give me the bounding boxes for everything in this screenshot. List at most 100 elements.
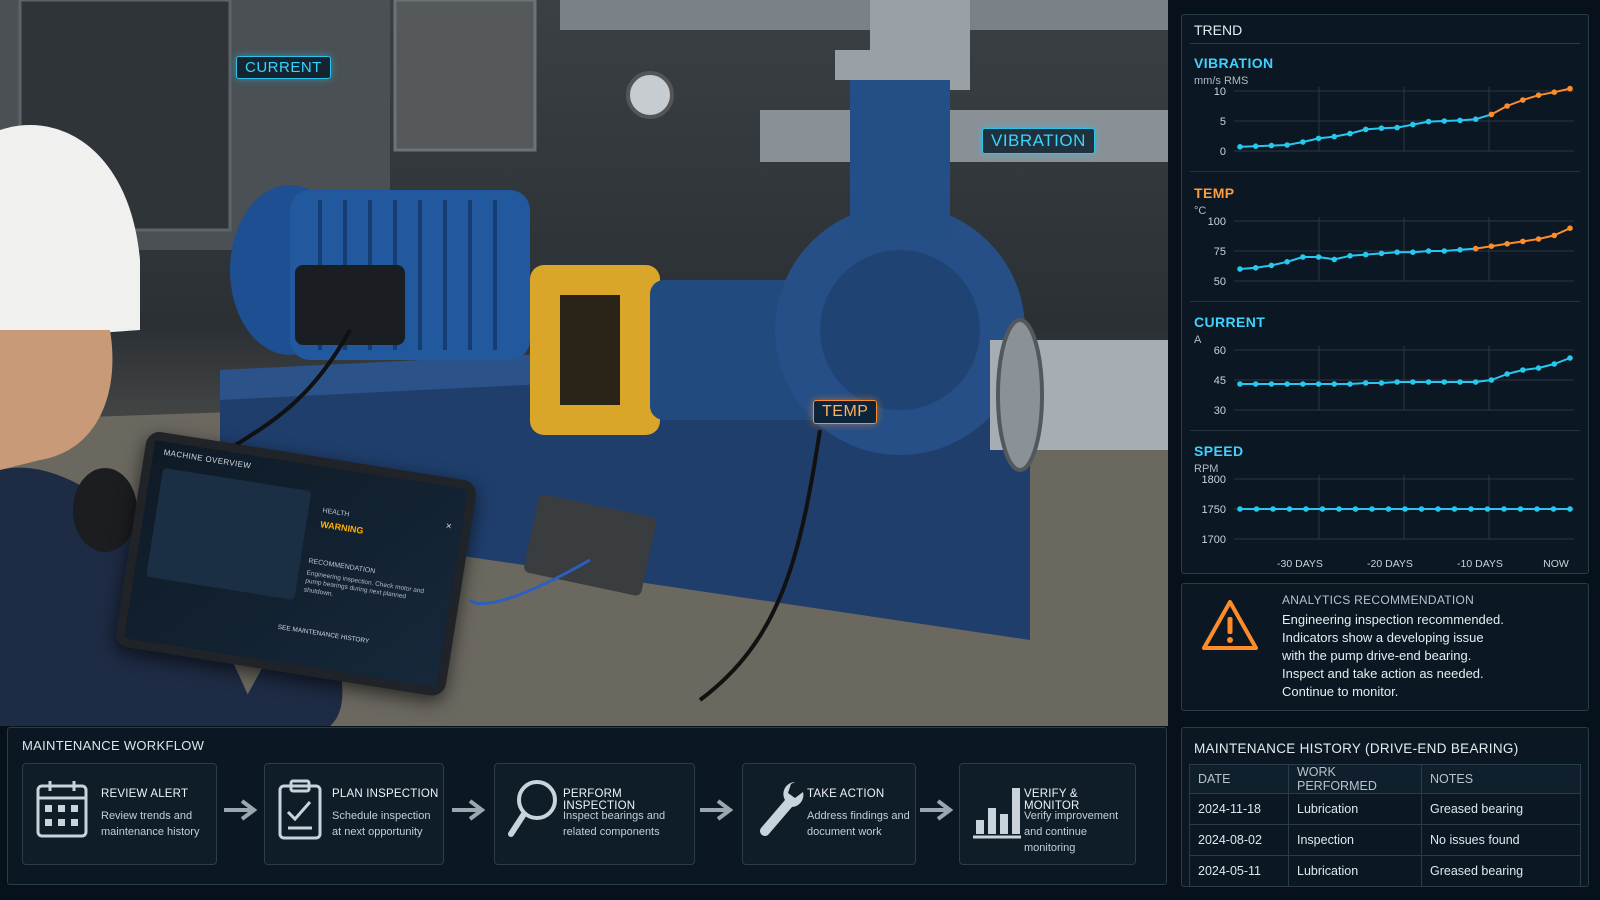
data-point bbox=[1300, 139, 1306, 145]
data-point bbox=[1520, 367, 1526, 373]
cell-date: 2024-05-11 bbox=[1189, 855, 1289, 887]
cell-notes: No issues found bbox=[1421, 824, 1581, 856]
recommendation-line: Indicators show a developing issue bbox=[1282, 630, 1484, 645]
current-sensor-tag: CURRENT bbox=[236, 56, 331, 79]
step-title: TAKE ACTION bbox=[807, 788, 885, 800]
chart-plot: 0 5 10 bbox=[1214, 85, 1574, 158]
data-point bbox=[1435, 506, 1441, 512]
data-point bbox=[1410, 379, 1416, 385]
data-point bbox=[1237, 144, 1243, 150]
data-point bbox=[1504, 371, 1510, 377]
tablet-health-label: HEALTH bbox=[321, 507, 350, 519]
trend-panel: TREND VIBRATION mm/s RMS 0 5 10 TEMP °C 50 75 100… bbox=[1181, 14, 1589, 574]
trend-chart-current: CURRENT A 30 45 60 bbox=[1182, 314, 1588, 434]
data-point bbox=[1300, 381, 1306, 387]
data-point bbox=[1520, 238, 1526, 245]
workflow-step-plan-inspection[interactable]: PLAN INSPECTION Schedule inspection at n… bbox=[264, 763, 444, 865]
data-point bbox=[1286, 506, 1293, 512]
y-tick-label: 10 bbox=[1214, 86, 1226, 98]
tablet-history-link[interactable]: SEE MAINTENANCE HISTORY bbox=[277, 624, 370, 645]
data-point bbox=[1425, 118, 1432, 125]
data-point bbox=[1425, 379, 1432, 385]
recommendation-line: Inspect and take action as needed. bbox=[1282, 666, 1484, 681]
step-description-line: Review trends and bbox=[101, 810, 193, 822]
data-point bbox=[1270, 506, 1276, 512]
y-tick-label: 45 bbox=[1214, 375, 1226, 387]
wrench-icon bbox=[760, 782, 804, 836]
table-row: 2024-11-18 Lubrication Greased bearing bbox=[1189, 793, 1581, 825]
data-point bbox=[1425, 248, 1432, 254]
divider bbox=[1190, 171, 1580, 172]
trend-title: TREND bbox=[1194, 22, 1243, 38]
tablet-screen: MACHINE OVERVIEW × HEALTH WARNING RECOMM… bbox=[124, 440, 468, 688]
data-point bbox=[1484, 506, 1491, 512]
data-point bbox=[1551, 89, 1558, 95]
data-point bbox=[1378, 250, 1385, 257]
data-point bbox=[1457, 117, 1463, 124]
workflow-step-perform-inspection[interactable]: PERFORM INSPECTION Inspect bearings and … bbox=[494, 763, 695, 865]
data-point bbox=[1331, 256, 1338, 263]
workflow-step-verify-monitor[interactable]: VERIFY & MONITOR Verify improvement and … bbox=[959, 763, 1136, 865]
column-header-work: WORK PERFORMED bbox=[1288, 764, 1422, 794]
history-title: MAINTENANCE HISTORY (DRIVE-END BEARING) bbox=[1194, 741, 1519, 756]
data-point bbox=[1362, 126, 1369, 133]
divider bbox=[1190, 301, 1580, 302]
maintenance-history-panel: MAINTENANCE HISTORY (DRIVE-END BEARING) … bbox=[1181, 727, 1589, 887]
calendar-icon bbox=[36, 781, 88, 838]
data-point bbox=[1567, 225, 1573, 231]
data-point bbox=[1394, 379, 1400, 385]
data-point bbox=[1315, 135, 1322, 142]
close-icon[interactable]: × bbox=[445, 521, 452, 533]
trend-x-axis: -30 DAYS -20 DAYS -10 DAYS NOW bbox=[1277, 558, 1569, 570]
data-point bbox=[1441, 118, 1448, 124]
data-point bbox=[1410, 121, 1416, 128]
chart-plot: 30 45 60 bbox=[1214, 345, 1574, 417]
trend-chart-speed: SPEED RPM 1700 1750 1800 bbox=[1182, 443, 1588, 563]
cell-work: Inspection bbox=[1288, 824, 1422, 856]
step-description-line: and continue bbox=[1024, 826, 1087, 838]
step-description-line: Address findings and bbox=[807, 810, 910, 822]
history-table: DATE WORK PERFORMED NOTES 2024-11-18 Lub… bbox=[1189, 764, 1581, 887]
trend-chart-temp: TEMP °C 50 75 100 bbox=[1182, 185, 1588, 305]
data-point bbox=[1472, 116, 1479, 122]
y-tick-label: 50 bbox=[1214, 276, 1226, 288]
data-point bbox=[1347, 381, 1353, 387]
warning-triangle-icon bbox=[1202, 600, 1258, 650]
data-point bbox=[1378, 380, 1385, 386]
workflow-step-take-action[interactable]: TAKE ACTION Address findings and documen… bbox=[742, 763, 916, 865]
data-point bbox=[1402, 506, 1408, 512]
data-point bbox=[1504, 241, 1510, 247]
table-header-row: DATE WORK PERFORMED NOTES bbox=[1189, 764, 1581, 794]
cell-date: 2024-08-02 bbox=[1189, 824, 1289, 856]
data-point bbox=[1488, 243, 1495, 249]
step-description: Schedule inspection at next opportunity bbox=[332, 808, 430, 840]
y-tick-label: 1700 bbox=[1202, 534, 1226, 546]
workflow-step-review-alert[interactable]: REVIEW ALERT Review trends and maintenan… bbox=[22, 763, 217, 865]
data-point bbox=[1369, 506, 1375, 512]
data-point bbox=[1252, 265, 1259, 271]
data-point bbox=[1550, 506, 1557, 512]
cell-notes: Greased bearing bbox=[1421, 855, 1581, 887]
data-point bbox=[1441, 379, 1448, 385]
data-point bbox=[1472, 379, 1479, 385]
data-point bbox=[1331, 133, 1338, 140]
recommendation-line: with the pump drive-end bearing. bbox=[1282, 648, 1472, 663]
data-point bbox=[1551, 232, 1558, 239]
column-header-notes: NOTES bbox=[1421, 764, 1581, 794]
x-tick-label: NOW bbox=[1543, 558, 1569, 570]
data-point bbox=[1237, 381, 1243, 387]
y-tick-label: 75 bbox=[1214, 246, 1226, 258]
data-point bbox=[1451, 506, 1458, 512]
table-row: 2024-05-11 Lubrication Greased bearing bbox=[1189, 855, 1581, 887]
data-point bbox=[1551, 361, 1558, 367]
tablet-title: MACHINE OVERVIEW bbox=[163, 447, 252, 471]
data-point bbox=[1394, 124, 1400, 131]
step-description-line: document work bbox=[807, 826, 882, 838]
data-point bbox=[1319, 506, 1326, 512]
data-point bbox=[1535, 92, 1542, 98]
tablet-health-value: WARNING bbox=[319, 519, 365, 536]
analytics-recommendation-panel: ANALYTICS RECOMMENDATION Engineering ins… bbox=[1181, 583, 1589, 711]
step-description-line: at next opportunity bbox=[332, 826, 423, 838]
cell-notes: Greased bearing bbox=[1421, 793, 1581, 825]
bar-chart-icon bbox=[973, 788, 1021, 839]
